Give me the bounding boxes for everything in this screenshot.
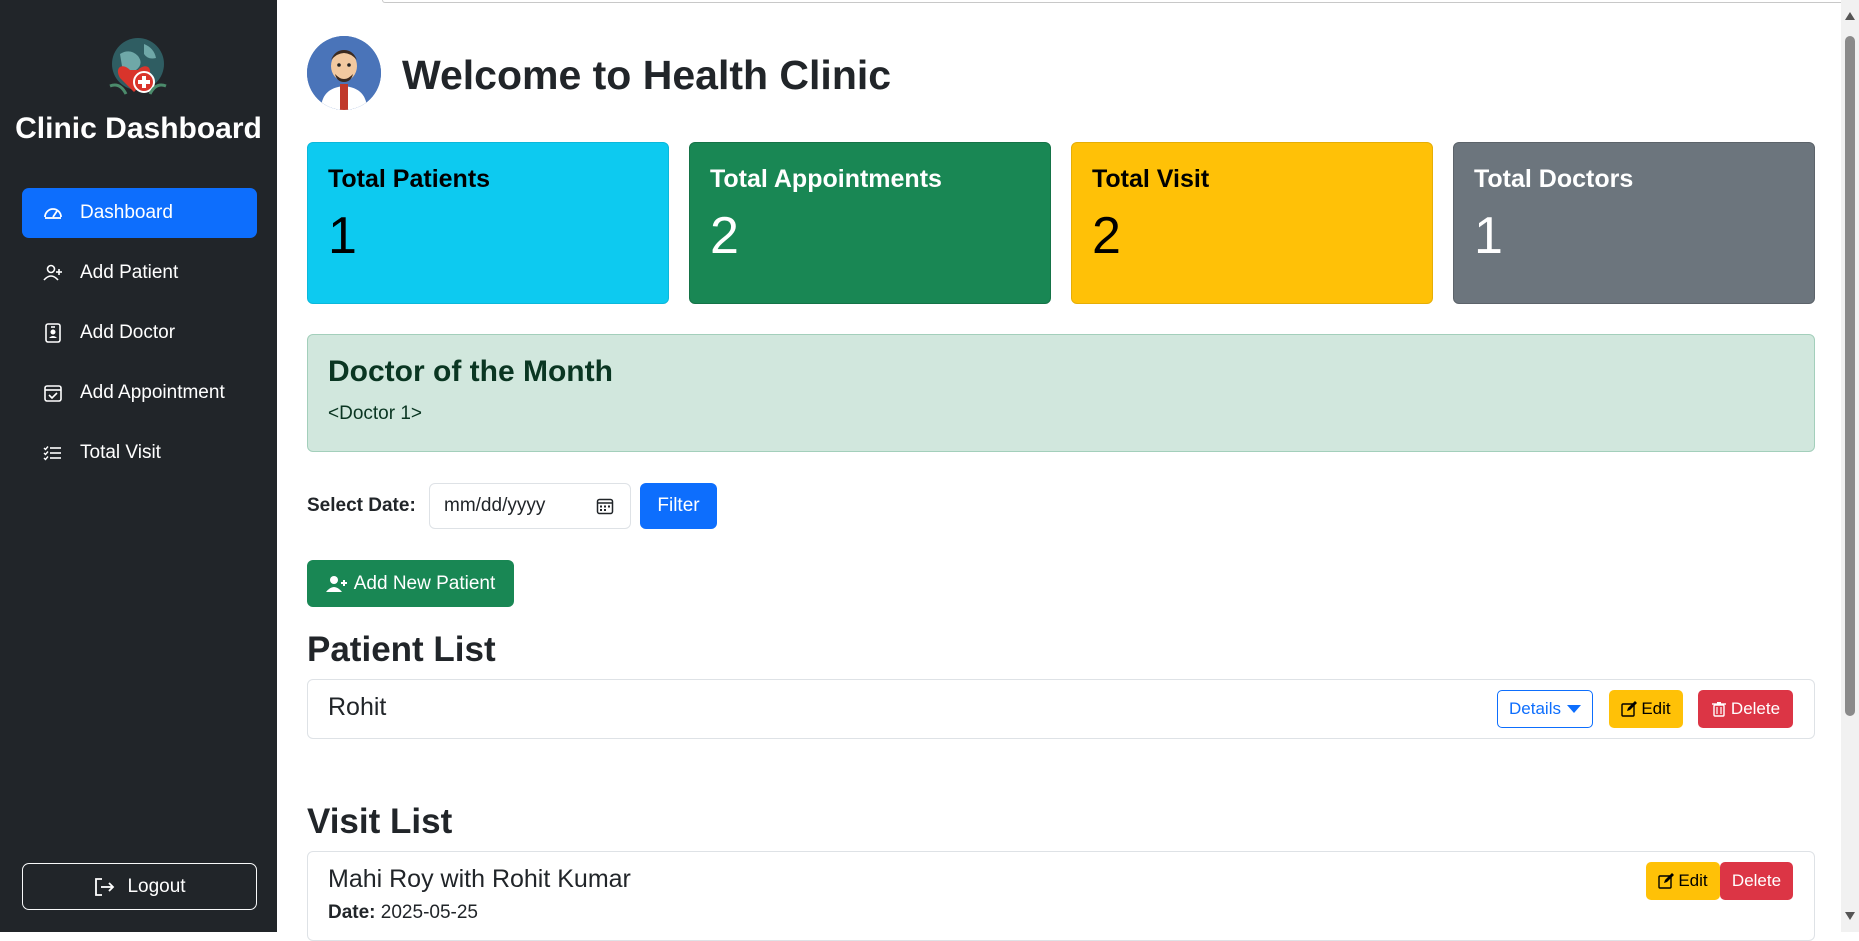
edit-patient-button[interactable]: Edit (1609, 690, 1683, 728)
scroll-down-arrow-icon[interactable] (1845, 912, 1855, 920)
edit-label: Edit (1641, 699, 1671, 718)
sidebar-item-label: Add Doctor (80, 322, 176, 343)
date-input[interactable]: mm/dd/yyyy (429, 483, 631, 529)
visit-list-item: Mahi Roy with Rohit Kumar Date: 2025-05-… (307, 851, 1815, 941)
stat-value: 1 (1474, 207, 1503, 265)
patient-list-item: Rohit Details Edit Delete (307, 679, 1815, 739)
sidebar-brand: Clinic Dashboard (15, 112, 262, 145)
stat-card-total-visit: Total Visit 2 (1071, 142, 1433, 304)
heart-globe-icon (100, 30, 176, 106)
vertical-scrollbar[interactable] (1841, 0, 1859, 932)
delete-label: Delete (1731, 871, 1782, 890)
person-plus-icon (325, 575, 348, 593)
doctor-of-month-value: <Doctor 1> (328, 403, 422, 424)
stat-label: Total Visit (1092, 165, 1210, 193)
logout-button[interactable]: Logout (22, 863, 257, 910)
filter-button[interactable]: Filter (640, 483, 717, 529)
edit-icon (1658, 873, 1675, 889)
edit-visit-button[interactable]: Edit (1646, 862, 1720, 900)
scroll-up-arrow-icon[interactable] (1845, 12, 1855, 20)
edit-icon (1621, 701, 1638, 717)
stat-value: 2 (710, 207, 739, 265)
delete-label: Delete (1730, 699, 1781, 718)
visit-date-label: Date: (328, 902, 376, 923)
scrollbar-thumb[interactable] (1845, 36, 1855, 716)
sidebar-item-label: Add Patient (80, 262, 179, 283)
top-edge (382, 0, 1859, 3)
caret-down-icon (1566, 705, 1581, 713)
calendar-check-icon (42, 382, 64, 404)
page-title: Welcome to Health Clinic (402, 52, 892, 98)
sidebar-item-label: Total Visit (80, 442, 161, 463)
doctor-of-month-alert: Doctor of the Month <Doctor 1> (307, 334, 1815, 452)
trash-icon (1711, 701, 1727, 717)
sidebar-item-add-patient[interactable]: Add Patient (22, 248, 257, 298)
stat-value: 2 (1092, 207, 1121, 265)
details-label: Details (1509, 699, 1561, 718)
select-date-label: Select Date: (307, 495, 416, 516)
visit-title: Mahi Roy with Rohit Kumar (328, 865, 631, 893)
sidebar-item-label: Dashboard (80, 202, 173, 223)
patient-list-title: Patient List (307, 630, 496, 669)
add-new-patient-button[interactable]: Add New Patient (307, 560, 514, 607)
stat-label: Total Doctors (1474, 165, 1634, 193)
details-dropdown-button[interactable]: Details (1497, 690, 1593, 728)
add-new-patient-label: Add New Patient (353, 572, 496, 594)
person-plus-icon (42, 262, 64, 284)
doctor-of-month-heading: Doctor of the Month (328, 355, 613, 388)
stat-card-total-appointments: Total Appointments 2 (689, 142, 1051, 304)
sidebar-item-total-visit[interactable]: Total Visit (22, 428, 257, 478)
main-content: Welcome to Health Clinic Total Patients … (277, 0, 1859, 941)
calendar-icon[interactable] (596, 497, 614, 515)
sidebar-item-add-doctor[interactable]: Add Doctor (22, 308, 257, 358)
visit-date: Date: 2025-05-25 (328, 902, 478, 924)
date-placeholder: mm/dd/yyyy (444, 495, 546, 516)
stat-card-total-doctors: Total Doctors 1 (1453, 142, 1815, 304)
stat-card-total-patients: Total Patients 1 (307, 142, 669, 304)
doctor-avatar (307, 36, 381, 110)
patient-name: Rohit (328, 693, 387, 721)
visit-list-title: Visit List (307, 802, 453, 841)
person-badge-icon (42, 322, 64, 344)
logout-icon (93, 876, 115, 898)
stat-label: Total Patients (328, 165, 491, 193)
logout-label: Logout (127, 875, 186, 897)
stat-value: 1 (328, 207, 357, 265)
visit-date-value: 2025-05-25 (380, 902, 478, 923)
list-check-icon (42, 442, 64, 464)
edit-label: Edit (1678, 871, 1708, 890)
sidebar-item-add-appointment[interactable]: Add Appointment (22, 368, 257, 418)
speedometer-icon (42, 202, 64, 224)
stat-label: Total Appointments (710, 165, 942, 193)
sidebar-item-dashboard[interactable]: Dashboard (22, 188, 257, 238)
sidebar: Clinic Dashboard Dashboard Add Patient A… (0, 0, 277, 932)
sidebar-item-label: Add Appointment (80, 382, 225, 403)
delete-visit-button[interactable]: Delete (1720, 862, 1793, 900)
delete-patient-button[interactable]: Delete (1698, 690, 1793, 728)
